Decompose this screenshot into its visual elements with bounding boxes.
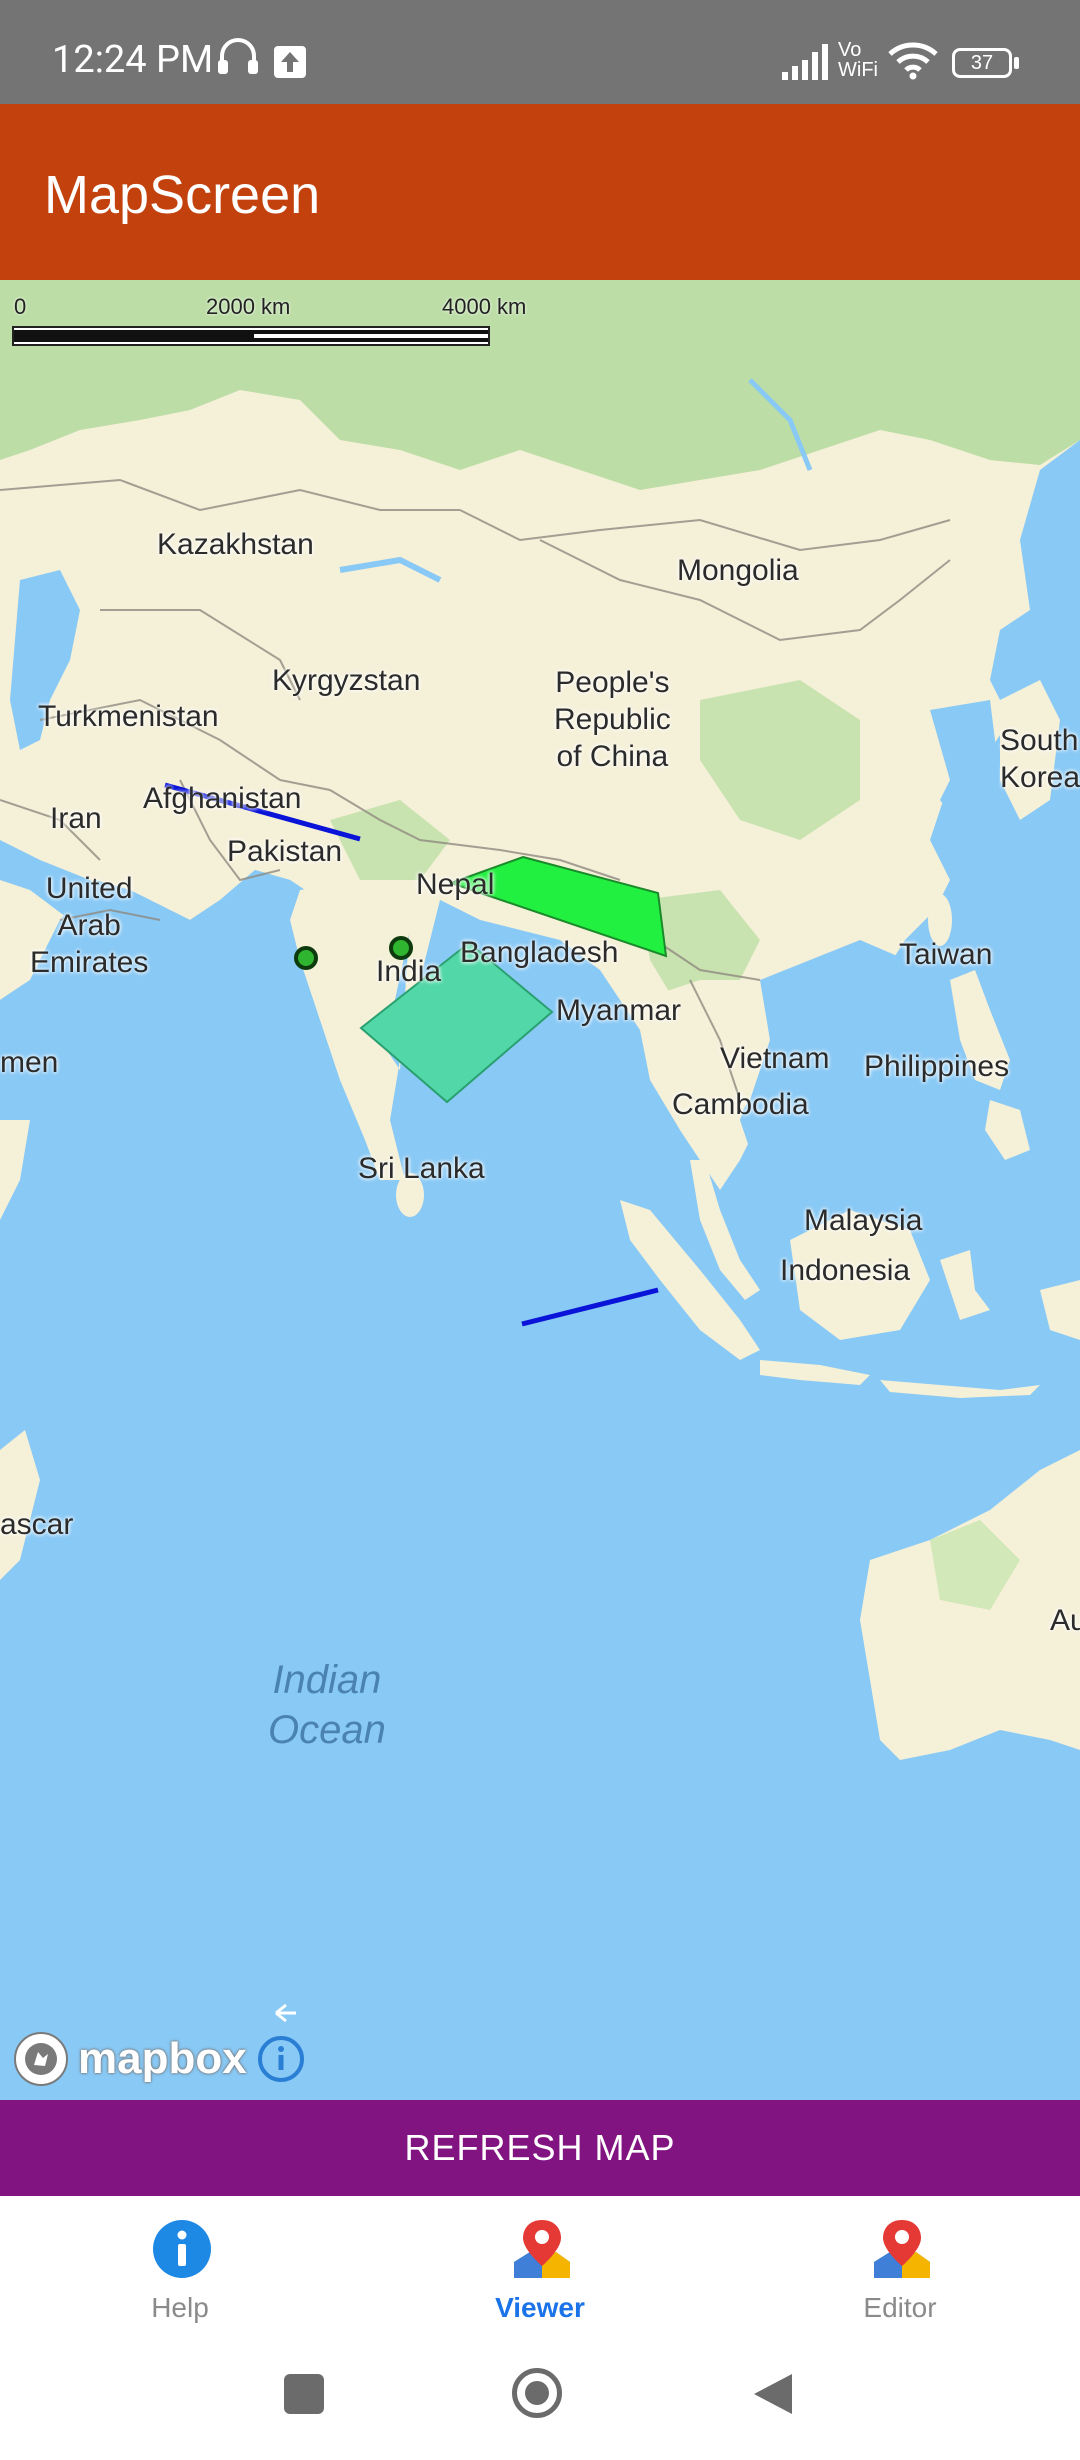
app-bar: MapScreen xyxy=(0,104,1080,280)
overlay-marker-ocean xyxy=(294,946,318,970)
status-time: 12:24 PM xyxy=(52,38,214,82)
upload-icon xyxy=(274,46,306,78)
nav-help[interactable]: Help xyxy=(0,2196,360,2350)
scale-label-2000: 2000 km xyxy=(206,294,291,319)
map-pin-icon xyxy=(514,2220,570,2278)
label-mongolia: Mongolia xyxy=(677,554,799,587)
scale-label-0: 0 xyxy=(14,294,27,319)
nav-editor-label: Editor xyxy=(863,2292,937,2323)
land-madagascar xyxy=(0,1430,40,1580)
mapbox-wordmark: mapbox xyxy=(78,2034,247,2083)
label-taiwan: Taiwan xyxy=(899,938,993,971)
battery-tip xyxy=(1014,57,1019,69)
nav-help-label: Help xyxy=(151,2292,209,2323)
label-nepal: Nepal xyxy=(416,868,495,901)
mapbox-logo[interactable]: mapbox xyxy=(12,2030,247,2088)
label-philippines: Philippines xyxy=(864,1050,1010,1083)
label-australia: Au xyxy=(1050,1604,1080,1637)
label-bangladesh: Bangladesh xyxy=(460,936,619,969)
battery-icon: 37 xyxy=(952,48,1012,78)
headphones-icon xyxy=(218,38,258,74)
bottom-navigation: Help Viewer Editor xyxy=(0,2196,1080,2350)
label-pakistan: Pakistan xyxy=(227,835,343,868)
label-uae: United Arab Emirates xyxy=(30,872,149,979)
label-india: India xyxy=(376,955,442,988)
battery-level: 37 xyxy=(970,52,994,74)
vowifi-label: Vo WiFi xyxy=(838,39,878,81)
label-cambodia: Cambodia xyxy=(672,1088,809,1121)
label-vietnam: Vietnam xyxy=(720,1042,830,1075)
label-yemen: men xyxy=(0,1046,59,1079)
map-view[interactable]: Kazakhstan Mongolia Kyrgyzstan People's … xyxy=(0,280,1080,2100)
page-title: MapScreen xyxy=(44,165,321,225)
label-iran: Iran xyxy=(50,802,102,835)
recents-button[interactable] xyxy=(284,2374,324,2414)
land-africa-edge xyxy=(0,1120,30,1220)
attribution-info-icon[interactable] xyxy=(256,2034,306,2084)
status-bar: 12:24 PM Vo WiFi 37 xyxy=(0,0,1080,104)
back-icon[interactable] xyxy=(752,2372,794,2416)
label-afghanistan: Afghanistan xyxy=(143,782,302,815)
land-java xyxy=(760,1360,870,1385)
label-sri-lanka: Sri Lanka xyxy=(358,1152,485,1185)
compass-icon[interactable] xyxy=(274,2003,298,2023)
info-icon xyxy=(153,2220,211,2278)
home-button[interactable] xyxy=(512,2368,562,2418)
signal-icon xyxy=(782,44,828,80)
system-navigation-bar xyxy=(0,2350,1080,2460)
label-turkmenistan: Turkmenistan xyxy=(38,700,219,733)
land-sulawesi xyxy=(940,1250,990,1320)
scale-label-4000: 4000 km xyxy=(442,294,527,319)
land-new-guinea xyxy=(1040,1280,1080,1340)
land-lesser-sunda xyxy=(880,1380,1040,1398)
label-indian-ocean: Indian Ocean xyxy=(268,1658,386,1752)
label-indonesia: Indonesia xyxy=(780,1254,911,1287)
scale-bar xyxy=(12,326,490,346)
nav-viewer-label: Viewer xyxy=(495,2292,585,2323)
land-philippines-south xyxy=(985,1100,1030,1160)
label-kazakhstan: Kazakhstan xyxy=(157,528,314,561)
label-madagascar: ascar xyxy=(0,1508,74,1541)
nav-editor[interactable]: Editor xyxy=(720,2196,1080,2350)
home-button-inner xyxy=(525,2381,549,2405)
label-kyrgyzstan: Kyrgyzstan xyxy=(272,664,421,697)
mapbox-logo-icon xyxy=(14,2032,68,2086)
refresh-map-button[interactable]: REFRESH MAP xyxy=(0,2100,1080,2196)
label-myanmar: Myanmar xyxy=(556,994,682,1027)
nav-viewer[interactable]: Viewer xyxy=(360,2196,720,2350)
label-china: People's Republic of China xyxy=(554,666,671,773)
overlay-line-2 xyxy=(521,1287,659,1327)
map-pin-icon xyxy=(874,2220,930,2278)
label-south-korea: South Korea xyxy=(1000,724,1080,794)
wifi-icon xyxy=(888,42,938,80)
label-malaysia: Malaysia xyxy=(804,1204,923,1237)
